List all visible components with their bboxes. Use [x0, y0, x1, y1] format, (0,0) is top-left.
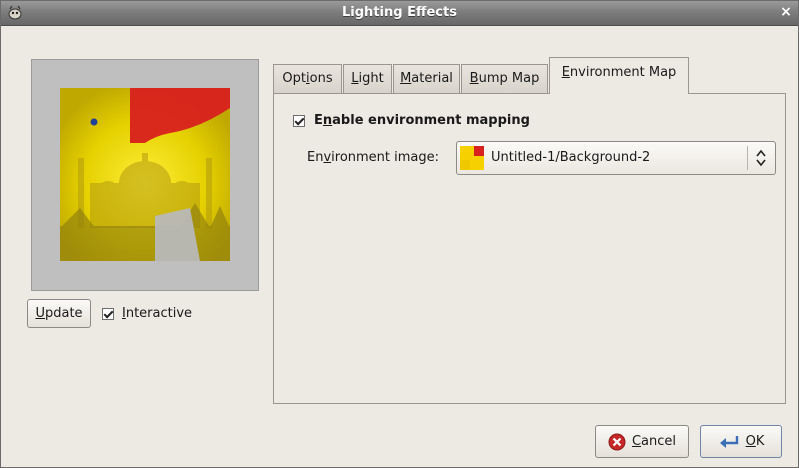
environment-image-select[interactable]: Untitled-1/Background-2	[456, 141, 776, 175]
environment-image-value: Untitled-1/Background-2	[491, 150, 651, 165]
image-thumbnail-icon	[460, 146, 484, 170]
close-icon[interactable]: ×	[778, 4, 794, 21]
ok-enter-icon	[719, 435, 738, 448]
tab-environment-map[interactable]: Environment Map	[549, 57, 689, 94]
update-mnemonic: U	[35, 306, 45, 321]
enable-environment-mapping-checkbox[interactable]: Enable environment mapping	[293, 113, 530, 128]
cancel-button[interactable]: Cancel	[595, 425, 689, 458]
interactive-label: Interactive	[122, 306, 193, 321]
title-bar[interactable]: Lighting Effects ×	[1, 1, 798, 26]
interactive-checkbox[interactable]: Interactive	[102, 306, 192, 321]
enable-environment-mapping-label: Enable environment mapping	[314, 113, 530, 128]
ok-label: OK	[745, 434, 765, 449]
combo-separator	[747, 146, 748, 170]
ok-button[interactable]: OK	[700, 425, 782, 458]
enable-check-icon[interactable]	[293, 114, 305, 127]
tab-bump-map[interactable]: Bump Map	[461, 64, 548, 93]
environment-image-label: Environment image:	[307, 150, 440, 165]
window-title: Lighting Effects	[342, 5, 457, 20]
lighting-effects-dialog: Lighting Effects × Update Interactive Op…	[0, 0, 799, 468]
update-label: pdate	[44, 306, 83, 321]
cancel-label: Cancel	[631, 434, 677, 449]
tab-material[interactable]: Material	[393, 64, 460, 93]
preview-image[interactable]	[60, 88, 230, 261]
update-button[interactable]: Update	[27, 299, 91, 328]
updown-chevron-icon[interactable]	[754, 147, 768, 169]
tab-options[interactable]: Options	[273, 64, 342, 93]
tab-light[interactable]: Light	[343, 64, 392, 93]
preview-frame	[31, 59, 259, 291]
interactive-check-icon[interactable]	[102, 307, 114, 320]
cancel-icon	[608, 433, 626, 450]
environment-map-panel	[273, 93, 786, 404]
